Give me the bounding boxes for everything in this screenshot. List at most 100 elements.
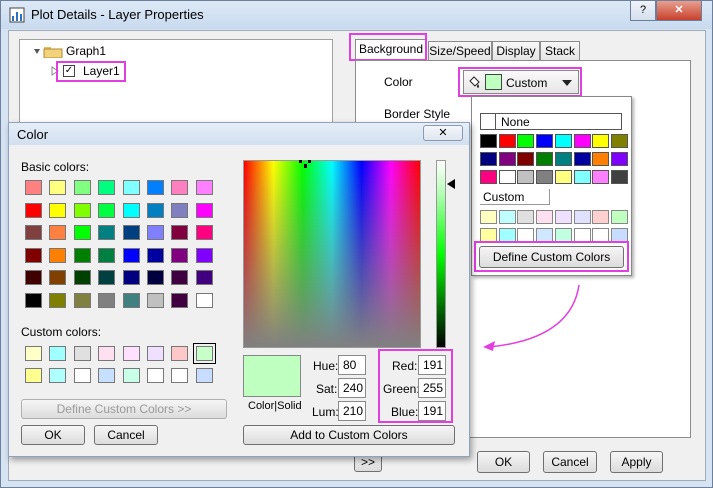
- color-swatch[interactable]: [517, 170, 535, 184]
- basic-color-swatch[interactable]: [195, 202, 213, 218]
- dialog-cancel-button[interactable]: Cancel: [94, 425, 158, 445]
- custom-color-swatch[interactable]: [98, 368, 116, 383]
- custom-color-swatch[interactable]: [573, 210, 591, 224]
- basic-color-swatch[interactable]: [147, 225, 164, 240]
- basic-color-swatch[interactable]: [49, 292, 67, 308]
- none-option[interactable]: None: [480, 113, 622, 130]
- basic-color-swatch[interactable]: [25, 247, 42, 263]
- tab-display[interactable]: Display: [492, 41, 540, 60]
- basic-color-swatch[interactable]: [49, 225, 67, 240]
- luminance-slider-arrow-icon[interactable]: [447, 179, 455, 189]
- dialog-close-button[interactable]: ✕: [423, 125, 463, 141]
- basic-color-swatch[interactable]: [73, 202, 91, 218]
- custom-color-swatch[interactable]: [171, 346, 189, 361]
- basic-color-swatch[interactable]: [73, 270, 91, 285]
- color-swatch[interactable]: [517, 134, 535, 148]
- custom-color-swatch[interactable]: [610, 228, 628, 242]
- custom-color-swatch[interactable]: [98, 346, 116, 361]
- basic-color-swatch[interactable]: [171, 180, 189, 195]
- color-swatch[interactable]: [554, 134, 572, 148]
- basic-color-swatch[interactable]: [98, 292, 116, 308]
- custom-color-swatch[interactable]: [480, 228, 497, 242]
- basic-color-swatch[interactable]: [122, 292, 140, 308]
- color-swatch[interactable]: [592, 170, 610, 184]
- basic-color-swatch[interactable]: [147, 292, 164, 308]
- color-spectrum[interactable]: [243, 160, 421, 348]
- color-swatch[interactable]: [498, 134, 516, 148]
- custom-color-swatch[interactable]: [554, 228, 572, 242]
- blue-input[interactable]: 191: [418, 401, 446, 421]
- custom-color-swatch[interactable]: [49, 368, 67, 383]
- basic-color-swatch[interactable]: [171, 202, 189, 218]
- color-swatch[interactable]: [480, 170, 497, 184]
- custom-color-swatch[interactable]: [195, 368, 213, 383]
- basic-color-swatch[interactable]: [73, 180, 91, 195]
- ok-button[interactable]: OK: [477, 451, 530, 473]
- custom-color-swatch[interactable]: [192, 343, 216, 364]
- basic-color-swatch[interactable]: [49, 202, 67, 218]
- basic-color-swatch[interactable]: [98, 180, 116, 195]
- basic-color-swatch[interactable]: [195, 225, 213, 240]
- color-swatch[interactable]: [610, 134, 628, 148]
- custom-color-swatch[interactable]: [73, 368, 91, 383]
- basic-color-swatch[interactable]: [98, 225, 116, 240]
- tree-item-graph1[interactable]: Graph1: [66, 44, 106, 58]
- basic-color-swatch[interactable]: [73, 225, 91, 240]
- sat-input[interactable]: 240: [338, 378, 366, 398]
- basic-color-swatch[interactable]: [25, 270, 42, 285]
- basic-color-swatch[interactable]: [147, 202, 164, 218]
- custom-color-swatch[interactable]: [171, 368, 189, 383]
- apply-button[interactable]: Apply: [610, 451, 663, 473]
- custom-color-swatch[interactable]: [536, 210, 554, 224]
- basic-color-swatch[interactable]: [73, 292, 91, 308]
- color-swatch[interactable]: [573, 152, 591, 166]
- basic-color-swatch[interactable]: [25, 180, 42, 195]
- custom-color-swatch[interactable]: [498, 210, 516, 224]
- basic-color-swatch[interactable]: [195, 247, 213, 263]
- basic-color-swatch[interactable]: [147, 180, 164, 195]
- basic-color-swatch[interactable]: [25, 202, 42, 218]
- basic-color-swatch[interactable]: [171, 247, 189, 263]
- custom-color-swatch[interactable]: [498, 228, 516, 242]
- color-swatch[interactable]: [592, 134, 610, 148]
- cancel-button[interactable]: Cancel: [543, 451, 597, 473]
- color-swatch[interactable]: [610, 152, 628, 166]
- basic-color-swatch[interactable]: [122, 225, 140, 240]
- basic-color-swatch[interactable]: [49, 270, 67, 285]
- color-swatch[interactable]: [554, 170, 572, 184]
- tab-stack[interactable]: Stack: [540, 41, 580, 60]
- custom-color-swatch[interactable]: [25, 346, 42, 361]
- basic-color-swatch[interactable]: [171, 270, 189, 285]
- basic-color-swatch[interactable]: [122, 270, 140, 285]
- dialog-ok-button[interactable]: OK: [21, 425, 85, 445]
- color-swatch[interactable]: [536, 170, 554, 184]
- custom-color-swatch[interactable]: [25, 368, 42, 383]
- close-button[interactable]: ✕: [656, 1, 702, 21]
- tree-item-layer1[interactable]: Layer1: [83, 64, 120, 78]
- red-input[interactable]: 191: [418, 355, 446, 375]
- custom-color-swatch[interactable]: [554, 210, 572, 224]
- color-swatch[interactable]: [536, 152, 554, 166]
- basic-color-swatch[interactable]: [122, 247, 140, 263]
- basic-color-swatch[interactable]: [25, 225, 42, 240]
- custom-color-swatch[interactable]: [147, 368, 164, 383]
- custom-color-swatch[interactable]: [147, 346, 164, 361]
- color-swatch[interactable]: [480, 152, 497, 166]
- basic-color-swatch[interactable]: [49, 247, 67, 263]
- basic-color-swatch[interactable]: [171, 292, 189, 308]
- custom-color-swatch[interactable]: [610, 210, 628, 224]
- basic-color-swatch[interactable]: [195, 180, 213, 195]
- custom-color-swatch[interactable]: [592, 228, 610, 242]
- tab-size-speed[interactable]: Size/Speed: [428, 41, 492, 60]
- color-swatch[interactable]: [554, 152, 572, 166]
- basic-color-swatch[interactable]: [171, 225, 189, 240]
- luminance-bar[interactable]: [436, 160, 446, 348]
- basic-color-swatch[interactable]: [195, 292, 213, 308]
- custom-color-swatch[interactable]: [73, 346, 91, 361]
- basic-color-swatch[interactable]: [122, 202, 140, 218]
- color-swatch[interactable]: [498, 152, 516, 166]
- green-input[interactable]: 255: [418, 378, 446, 398]
- basic-color-swatch[interactable]: [147, 247, 164, 263]
- color-swatch[interactable]: [517, 152, 535, 166]
- custom-color-swatch[interactable]: [122, 346, 140, 361]
